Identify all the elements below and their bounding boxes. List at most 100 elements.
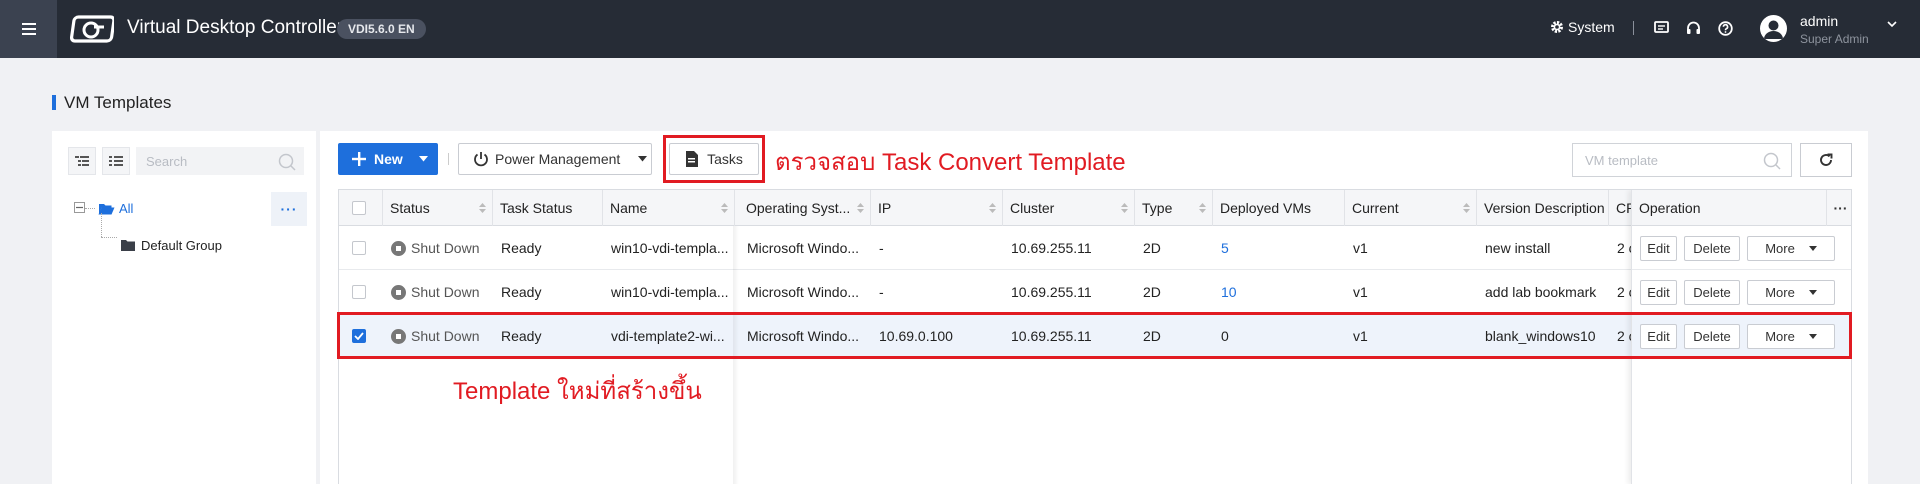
operation-header-label: Operation: [1639, 200, 1701, 216]
sort-icon[interactable]: [1463, 203, 1470, 213]
column-settings-button[interactable]: ···: [1826, 190, 1851, 226]
column-label: Task Status: [500, 200, 573, 216]
templates-panel: New Power Management Tasks ตรวจสอบ Task …: [320, 131, 1868, 484]
refresh-button[interactable]: [1800, 143, 1852, 177]
column-header-type[interactable]: Type: [1135, 190, 1213, 226]
task-status-cell: Ready: [501, 284, 542, 300]
column-label: Type: [1142, 200, 1173, 216]
version-description-cell: add lab bookmark: [1485, 284, 1597, 300]
operation-header: Operation ···: [1632, 190, 1851, 226]
sort-icon[interactable]: [989, 203, 996, 213]
more-button[interactable]: More: [1747, 280, 1835, 305]
column-header-ip[interactable]: IP: [871, 190, 1003, 226]
row-checkbox[interactable]: [352, 285, 366, 299]
column-label: Name: [610, 200, 648, 216]
status-text: Shut Down: [411, 284, 480, 300]
divider: [1633, 21, 1634, 35]
new-template-annotation: Template ใหม่ที่สร้างขึ้น: [453, 378, 702, 405]
vm-template-search-input[interactable]: [1572, 143, 1792, 177]
more-button[interactable]: More: [1747, 236, 1835, 261]
column-header-os[interactable]: Operating Syst...: [739, 190, 871, 226]
power-management-label: Power Management: [495, 151, 621, 167]
version-description-cell: new install: [1485, 240, 1551, 256]
search-icon[interactable]: [278, 153, 296, 174]
power-icon: [474, 152, 488, 167]
delete-button[interactable]: Delete: [1684, 280, 1740, 305]
operation-row: Edit Delete More: [1632, 226, 1851, 270]
system-menu[interactable]: System: [1550, 19, 1615, 35]
chevron-down-icon[interactable]: [1887, 15, 1897, 31]
column-header-name[interactable]: Name: [603, 190, 735, 226]
help-icon[interactable]: [1716, 19, 1734, 37]
gear-icon: [1551, 21, 1563, 33]
ip-cell: -: [879, 240, 884, 256]
list-icon: [109, 156, 123, 166]
tree-more-button[interactable]: ···: [271, 192, 307, 226]
collapse-icon[interactable]: [74, 202, 85, 213]
message-icon[interactable]: [1652, 19, 1670, 37]
user-name[interactable]: admin: [1800, 13, 1838, 29]
column-header-current[interactable]: Current: [1345, 190, 1477, 226]
edit-button[interactable]: Edit: [1640, 280, 1677, 305]
sort-icon[interactable]: [479, 203, 486, 213]
stop-icon: [391, 240, 406, 256]
tree-connector: [85, 208, 95, 209]
headset-icon[interactable]: [1684, 19, 1702, 37]
status-text: Shut Down: [411, 240, 480, 256]
sort-icon[interactable]: [721, 203, 728, 213]
name-cell[interactable]: win10-vdi-templa...: [603, 226, 735, 270]
column-header-cluster[interactable]: Cluster: [1003, 190, 1135, 226]
column-header-task-status[interactable]: Task Status: [493, 190, 603, 226]
column-header-version-description[interactable]: Version Description: [1477, 190, 1609, 226]
deployed-vms-link[interactable]: 10: [1213, 270, 1345, 314]
tree-node-all[interactable]: All: [98, 201, 133, 216]
more-label: More: [1765, 241, 1795, 256]
refresh-icon: [1820, 153, 1833, 166]
more-label: More: [1765, 285, 1795, 300]
power-management-button[interactable]: Power Management: [458, 143, 652, 175]
edit-button[interactable]: Edit: [1640, 236, 1677, 261]
os-cell: Microsoft Windo...: [747, 240, 860, 256]
row-checkbox[interactable]: [352, 241, 366, 255]
tasks-highlight-box: [663, 135, 765, 183]
list-view-button[interactable]: [102, 147, 130, 175]
select-all-checkbox[interactable]: [352, 201, 366, 215]
group-tree-panel: All ··· Default Group: [52, 131, 316, 484]
cluster-cell: 10.69.255.11: [1011, 240, 1092, 256]
app-logo-icon: [70, 13, 116, 45]
os-cell: Microsoft Windo...: [747, 284, 860, 300]
tree-node-label: Default Group: [141, 238, 222, 253]
ip-cell: -: [879, 284, 884, 300]
tree-node-default-group[interactable]: Default Group: [120, 238, 222, 253]
operation-row: Edit Delete More: [1632, 270, 1851, 314]
delete-button[interactable]: Delete: [1684, 236, 1740, 261]
cluster-cell: 10.69.255.11: [1011, 284, 1092, 300]
current-version-cell: v1: [1353, 284, 1368, 300]
type-cell: 2D: [1143, 240, 1161, 256]
current-version-cell: v1: [1353, 240, 1368, 256]
column-label: Status: [390, 200, 430, 216]
new-template-highlight-box: [337, 312, 1852, 359]
tree-connector: [101, 213, 102, 237]
plus-icon: [352, 152, 366, 166]
menu-icon[interactable]: [0, 0, 57, 58]
table-row[interactable]: Shut Down Ready win10-vdi-templa... Micr…: [339, 226, 1851, 270]
table-row[interactable]: Shut Down Ready win10-vdi-templa... Micr…: [339, 270, 1851, 314]
status-cell: Shut Down: [383, 270, 493, 314]
type-cell: 2D: [1143, 284, 1161, 300]
tree-node-label: All: [119, 201, 134, 216]
column-header-deployed-vms[interactable]: Deployed VMs: [1213, 190, 1345, 226]
deployed-vms-link[interactable]: 5: [1213, 226, 1345, 270]
sort-icon[interactable]: [1199, 203, 1206, 213]
name-cell[interactable]: win10-vdi-templa...: [603, 270, 735, 314]
avatar[interactable]: [1760, 15, 1787, 42]
column-header-status[interactable]: Status: [383, 190, 493, 226]
caret-down-icon: [418, 156, 428, 162]
divider: [448, 153, 449, 165]
tasks-annotation: ตรวจสอบ Task Convert Template: [775, 149, 1126, 176]
search-icon[interactable]: [1763, 152, 1781, 173]
sort-icon[interactable]: [857, 203, 864, 213]
new-button[interactable]: New: [338, 143, 438, 175]
expand-tree-button[interactable]: [68, 147, 96, 175]
sort-icon[interactable]: [1121, 203, 1128, 213]
